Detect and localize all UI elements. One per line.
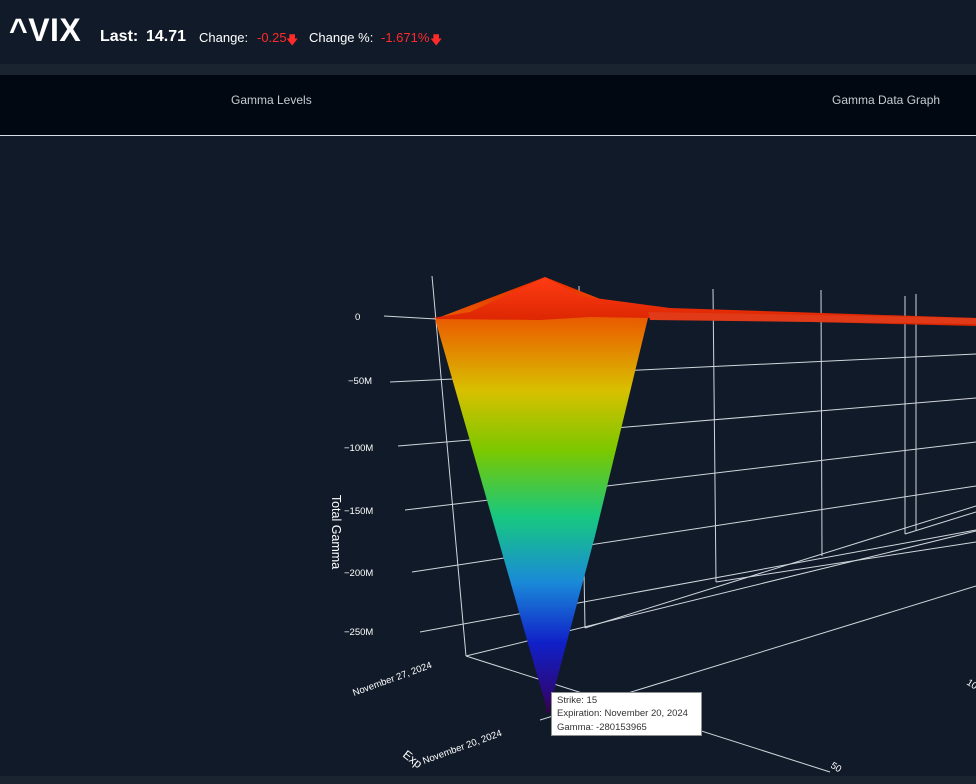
- y-tick-label: November 27, 2024: [351, 660, 433, 699]
- x-tick-label: 50: [828, 760, 843, 775]
- chart-svg[interactable]: 0 −50M −100M −150M −200M −250M Total Gam…: [0, 136, 976, 776]
- footer-strip: [0, 776, 976, 784]
- down-arrow-icon: 🡇: [430, 33, 443, 47]
- grid-line: [584, 505, 976, 629]
- z-tick-label: −50M: [348, 376, 372, 387]
- change-pct-value: -1.671%: [381, 30, 430, 45]
- z-tick-label: −150M: [344, 506, 373, 517]
- y-tick-label: November 20, 2024: [421, 728, 503, 767]
- tab-bar: Gamma Levels Gamma Data Graph: [0, 75, 976, 136]
- quote-header: ^VIX Last: 14.71 Change: -0.25 🡇 Change …: [0, 0, 976, 64]
- change-label: Change:: [199, 30, 249, 45]
- x-tick-label: 10: [964, 677, 976, 692]
- grid-line: [820, 289, 823, 557]
- z-tick-label: 0: [355, 312, 360, 323]
- tab-gamma-levels[interactable]: Gamma Levels: [231, 93, 312, 107]
- z-tick-label: −200M: [344, 568, 373, 579]
- y-axis-title: Exp: [400, 747, 425, 771]
- gamma-surface-trough[interactable]: [435, 277, 648, 713]
- z-axis-ticks: 0 −50M −100M −150M −200M −250M: [344, 312, 373, 638]
- z-axis-title: Total Gamma: [329, 495, 343, 569]
- change-pct-label: Change %:: [309, 30, 374, 45]
- tooltip-gamma: Gamma: -280153965: [557, 721, 647, 733]
- z-tick-label: −250M: [344, 627, 373, 638]
- header-divider: [0, 64, 976, 75]
- hover-point[interactable]: [546, 709, 550, 713]
- zero-line: [383, 315, 437, 320]
- grid-line: [712, 288, 717, 583]
- tab-gamma-data-graph[interactable]: Gamma Data Graph: [832, 93, 940, 107]
- gamma-3d-chart[interactable]: 0 −50M −100M −150M −200M −250M Total Gam…: [0, 136, 976, 776]
- hover-tooltip: Strike: 15 Expiration: November 20, 2024…: [551, 692, 702, 736]
- last-price: 14.71: [146, 28, 187, 45]
- change-value: -0.25: [257, 30, 287, 45]
- last-label: Last:: [100, 28, 139, 45]
- z-tick-label: −100M: [344, 443, 373, 454]
- ticker-symbol: ^VIX: [9, 12, 82, 48]
- tooltip-expiration: Expiration: November 20, 2024: [557, 708, 688, 720]
- tooltip-strike: Strike: 15: [557, 695, 598, 706]
- down-arrow-icon: 🡇: [286, 33, 299, 47]
- grid-line: [715, 541, 976, 583]
